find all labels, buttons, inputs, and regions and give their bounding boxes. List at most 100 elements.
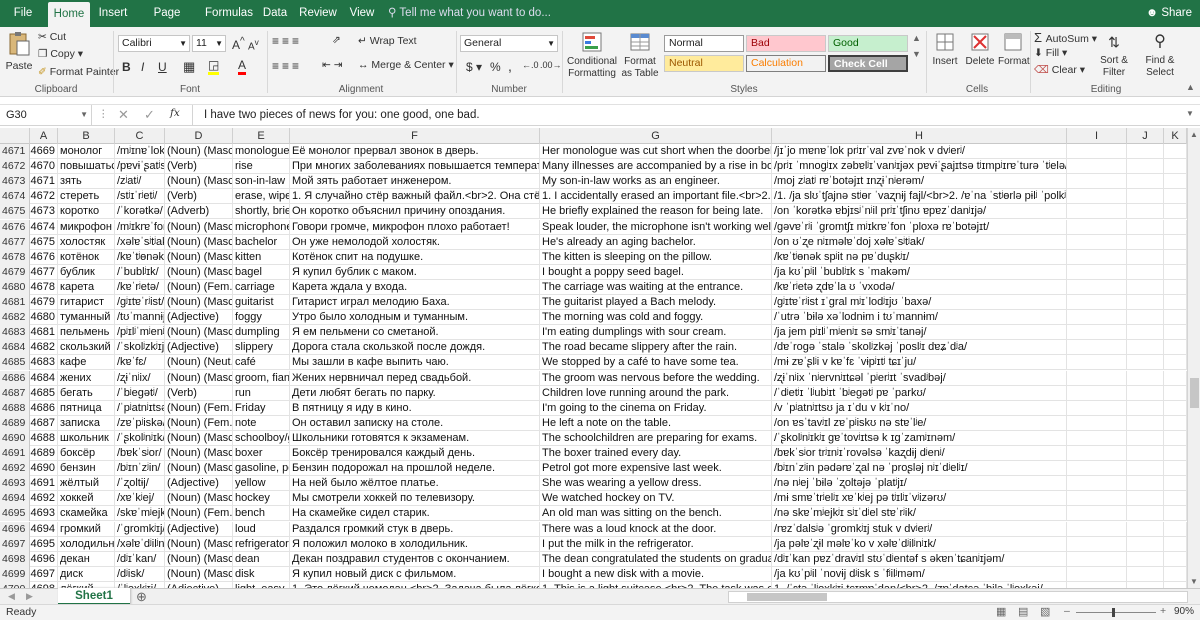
cell-transliteration[interactable]: /bɐkˈsʲor/ [115, 446, 165, 461]
tab-file[interactable]: File [0, 0, 46, 27]
cell-id[interactable]: 4695 [30, 536, 58, 552]
cell-id[interactable]: 4685 [30, 385, 58, 401]
cell-empty[interactable] [1164, 204, 1187, 220]
cell-russian-word[interactable]: зять [58, 174, 115, 190]
cell-empty[interactable] [1067, 295, 1127, 310]
cell-empty[interactable] [1067, 264, 1127, 280]
cell-english[interactable]: dumpling [233, 325, 290, 341]
cell-english[interactable]: son-in-law [233, 174, 290, 190]
orientation-button[interactable]: ⇗ [332, 34, 341, 46]
cell-id[interactable]: 4686 [30, 400, 58, 416]
cell-english-sentence[interactable]: Children love running around the park. [540, 385, 772, 401]
style-check-cell[interactable]: Check Cell [828, 55, 908, 72]
cell-russian-sentence[interactable]: Я положил молоко в холодильник. [290, 536, 540, 552]
cell-id[interactable]: 4689 [30, 446, 58, 461]
normal-view-icon[interactable]: ▦ [996, 605, 1006, 618]
cell-part-of-speech[interactable]: (Noun) (Masc.) [165, 551, 233, 567]
zoom-out-icon[interactable]: – [1064, 605, 1070, 617]
cut-button[interactable]: ✂ Cut [38, 31, 66, 43]
cell-empty[interactable] [1127, 189, 1164, 205]
cell-russian-sentence[interactable]: Он уже немолодой холостяк. [290, 234, 540, 250]
cell-empty[interactable] [1164, 476, 1187, 492]
cell-empty[interactable] [1067, 521, 1127, 537]
cell-russian-sentence[interactable]: Школьники готовятся к экзаменам. [290, 430, 540, 446]
cell-ipa[interactable]: /bɐkˈsʲor trʲɪnʲɪˈrovəlsə ˈkaʐdɨj dʲenʲ/ [772, 446, 1067, 461]
cell-empty[interactable] [1067, 204, 1127, 220]
cell-ipa[interactable]: /ɡʲɪtɐˈrʲist ɪˈɡral mʲɪˈlodʲɪjʊ ˈbaxə/ [772, 295, 1067, 310]
cell-english[interactable]: boxer [233, 446, 290, 461]
cell-id[interactable]: 4677 [30, 264, 58, 280]
cell-russian-sentence[interactable]: При многих заболеваниях повышается темпе… [290, 159, 540, 175]
cell-transliteration[interactable]: /kɐˈrʲetə/ [115, 279, 165, 295]
collapse-ribbon-icon[interactable]: ▲ [1186, 82, 1195, 92]
cell-empty[interactable] [1164, 295, 1187, 310]
cell-ipa[interactable]: /mɨ zɐˈʂlʲi v kɐˈfɛ ˈvɨpʲɪtʲ tɕɪˈju/ [772, 355, 1067, 371]
cell-id[interactable]: 4693 [30, 506, 58, 522]
cell-transliteration[interactable]: /stʲɪˈrʲetʲ/ [115, 189, 165, 205]
indent-buttons[interactable]: ⇤ ⇥ [322, 59, 343, 71]
borders-button[interactable]: ▦ [183, 59, 195, 75]
cell-empty[interactable] [1164, 385, 1187, 401]
cell-empty[interactable] [1127, 219, 1164, 235]
cell-empty[interactable] [1127, 144, 1164, 159]
cell-english-sentence[interactable]: We watched hockey on TV. [540, 491, 772, 507]
name-box[interactable]: G30 ▼ [0, 105, 92, 126]
cell-empty[interactable] [1127, 536, 1164, 552]
cell-part-of-speech[interactable]: (Noun) (Masc.) [165, 491, 233, 507]
cell-id[interactable]: 4682 [30, 340, 58, 356]
cell-russian-sentence[interactable]: Её монолог прервал звонок в дверь. [290, 144, 540, 159]
cell-part-of-speech[interactable]: (Noun) (Masc.) [165, 370, 233, 386]
cell-english[interactable]: yellow [233, 476, 290, 492]
cell-english[interactable]: bagel [233, 264, 290, 280]
cell-transliteration[interactable]: /ˈpʲatnʲɪtsə/ [115, 400, 165, 416]
cell-russian-sentence[interactable]: Говори громче, микрофон плохо работает! [290, 219, 540, 235]
cell-empty[interactable] [1067, 551, 1127, 567]
cell-russian-word[interactable]: холостяк [58, 234, 115, 250]
column-header-k[interactable]: K [1164, 128, 1187, 144]
cell-russian-word[interactable]: школьник [58, 430, 115, 446]
cell-empty[interactable] [1164, 430, 1187, 446]
cell-russian-sentence[interactable]: Бензин подорожал на прошлой неделе. [290, 461, 540, 477]
expand-formula-bar-icon[interactable]: ▼ [1186, 109, 1194, 118]
cell-english[interactable]: monologue [233, 144, 290, 159]
cell-part-of-speech[interactable]: (Noun) (Masc.) [165, 219, 233, 235]
cell-transliteration[interactable]: /xəlɐˈdʲilʲnʲɪk/ [115, 536, 165, 552]
cell-id[interactable]: 4692 [30, 491, 58, 507]
cell-russian-word[interactable]: хоккей [58, 491, 115, 507]
cell-id[interactable]: 4681 [30, 325, 58, 341]
cell-ipa[interactable]: /ˈdʲetʲɪ ˈlʲubʲɪt ˈbʲeɡətʲ pɐ ˈparkʊ/ [772, 385, 1067, 401]
cell-english-sentence[interactable]: An old man was sitting on the bench. [540, 506, 772, 522]
cell-english[interactable]: groom, fiancé [233, 370, 290, 386]
cell-russian-word[interactable]: боксёр [58, 446, 115, 461]
cell-english-sentence[interactable]: My son-in-law works as an engineer. [540, 174, 772, 190]
cell-english-sentence[interactable]: We stopped by a café to have some tea. [540, 355, 772, 371]
cell-transliteration[interactable]: /ˈʐoltɨj/ [115, 476, 165, 492]
bold-button[interactable]: B [122, 60, 131, 74]
cell-id[interactable]: 4673 [30, 204, 58, 220]
cell-transliteration[interactable]: /ʐɨˈnʲix/ [115, 370, 165, 386]
cell-ipa[interactable]: /prʲɪ ˈmnoɡʲɪx zəbɐlʲɪˈvanʲɪjəx pɐvɨˈʂaj… [772, 159, 1067, 175]
cell-russian-sentence[interactable]: Мы смотрели хоккей по телевизору. [290, 491, 540, 507]
italic-button[interactable]: I [141, 60, 144, 74]
underline-button[interactable]: U [158, 60, 167, 74]
cell-transliteration[interactable]: /kɐˈtʲɵnək/ [115, 249, 165, 265]
cell-russian-word[interactable]: коротко [58, 204, 115, 220]
vertical-scrollbar[interactable]: ▲ ▼ [1187, 128, 1200, 588]
cell-empty[interactable] [1127, 461, 1164, 477]
cell-ipa[interactable]: /ˈutrə ˈbɨlə xəˈlodnɨm i tʊˈmannɨm/ [772, 310, 1067, 326]
cell-empty[interactable] [1067, 461, 1127, 477]
row-header[interactable]: 4685 [0, 355, 30, 371]
format-cells-button[interactable]: Format [998, 31, 1030, 67]
cell-russian-word[interactable]: громкий [58, 521, 115, 537]
cell-empty[interactable] [1127, 491, 1164, 507]
row-header[interactable]: 4693 [0, 476, 30, 492]
cell-english[interactable]: slippery [233, 340, 290, 356]
cell-ipa[interactable]: /kɐˈrʲetə ʐdɐˈla ʊ ˈvxodə/ [772, 279, 1067, 295]
cell-russian-sentence[interactable]: На ней было жёлтое платье. [290, 476, 540, 492]
cell-empty[interactable] [1067, 566, 1127, 582]
cell-russian-word[interactable]: стереть [58, 189, 115, 205]
cell-russian-sentence[interactable]: Котёнок спит на подушке. [290, 249, 540, 265]
row-header[interactable]: 4671 [0, 144, 30, 159]
cell-russian-sentence[interactable]: 1. Я случайно стёр важный файл.<br>2. Он… [290, 189, 540, 205]
cell-ipa[interactable]: /ʐɨˈnʲix ˈnʲervnʲɪtɕəl ˈpʲerʲɪt ˈsvadʲbə… [772, 370, 1067, 386]
